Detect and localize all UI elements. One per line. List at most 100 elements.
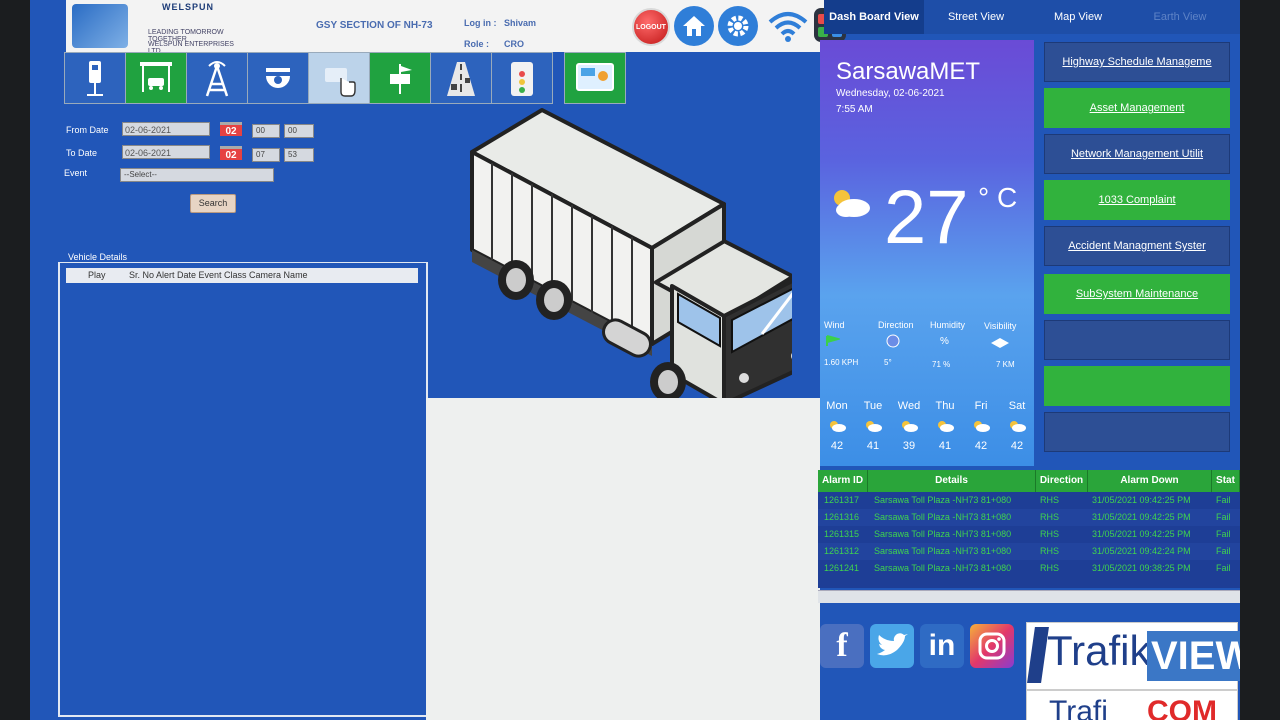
direction-value: 5° — [884, 358, 892, 367]
trafikview-logo: Trafik VIEW — [1026, 622, 1240, 690]
weather-station-icon[interactable] — [369, 52, 431, 104]
alarm-direction: RHS — [1040, 495, 1060, 505]
humidity-icon: % — [940, 336, 949, 347]
meter-icon[interactable] — [491, 52, 553, 104]
from-date-label: From Date — [66, 125, 109, 135]
forecast-value: 42 — [830, 440, 844, 452]
alarm-down-time: 31/05/2021 09:42:24 PM — [1092, 546, 1191, 556]
alarm-table: Alarm ID Details Direction Alarm Down St… — [818, 470, 1240, 588]
temperature-unit: ° C — [978, 182, 1018, 213]
sun-cloud-icon — [1002, 420, 1032, 435]
forecast-value: 42 — [974, 440, 988, 452]
menu-empty-3[interactable] — [1044, 412, 1230, 452]
event-select[interactable]: --Select-- — [120, 168, 274, 182]
forecast-value: 41 — [866, 440, 880, 452]
from-calendar-icon[interactable]: 02 — [220, 122, 242, 137]
module-toolbar — [64, 52, 626, 104]
table-row[interactable]: 1261312 Sarsawa Toll Plaza -NH73 81+080 … — [818, 543, 1240, 560]
instagram-icon[interactable] — [970, 624, 1014, 668]
search-button[interactable]: Search — [190, 194, 236, 213]
menu-empty-2[interactable] — [1044, 366, 1230, 406]
alarm-down-time: 31/05/2021 09:42:25 PM — [1092, 529, 1191, 539]
weather-date: Wednesday, 02-06-2021 — [836, 88, 945, 99]
alarm-down-time: 31/05/2021 09:42:25 PM — [1092, 512, 1191, 522]
kiosk-icon[interactable] — [64, 52, 126, 104]
forecast-day: Tue — [863, 400, 883, 412]
forecast-day: Fri — [974, 400, 988, 412]
table-row[interactable]: 1261316 Sarsawa Toll Plaza -NH73 81+080 … — [818, 509, 1240, 526]
view-text: VIEW — [1147, 631, 1240, 681]
forecast-day: Mon — [826, 400, 848, 412]
camera-icon[interactable] — [247, 52, 309, 104]
col-play: Play — [88, 270, 106, 280]
compass-icon — [886, 334, 900, 353]
twitter-icon[interactable] — [870, 624, 914, 668]
weather-city: SarsawaMET — [836, 58, 981, 85]
from-hour-select[interactable]: 00 — [252, 124, 280, 138]
menu-subsystem-maintenance[interactable]: SubSystem Maintenance — [1044, 274, 1230, 314]
alarm-direction: RHS — [1040, 529, 1060, 539]
sun-cloud-icon — [966, 420, 996, 435]
table-row[interactable]: 1261315 Sarsawa Toll Plaza -NH73 81+080 … — [818, 526, 1240, 543]
view-tabs: Dash Board View Street View Map View Ear… — [824, 0, 1240, 34]
tab-earth-view[interactable]: Earth View — [1128, 0, 1232, 34]
table-row[interactable]: 1261317 Sarsawa Toll Plaza -NH73 81+080 … — [818, 492, 1240, 509]
forecast-day: Wed — [897, 400, 921, 412]
alarm-id: 1261317 — [824, 495, 860, 505]
alarm-id: 1261315 — [824, 529, 860, 539]
tab-street-view[interactable]: Street View — [924, 0, 1028, 34]
direction-label: Direction — [878, 320, 914, 330]
table-row[interactable]: 1261241 Sarsawa Toll Plaza -NH73 81+080 … — [818, 560, 1240, 577]
display-icon[interactable] — [564, 52, 626, 104]
alarm-status: Fail — [1216, 512, 1231, 522]
login-label: Log in : — [464, 18, 497, 28]
menu-1033-complaint[interactable]: 1033 Complaint — [1044, 180, 1230, 220]
brand-name: WELSPUN — [162, 2, 214, 12]
alarm-id: 1261241 — [824, 563, 860, 573]
menu-empty-1[interactable] — [1044, 320, 1230, 360]
to-minute-select[interactable]: 53 — [284, 148, 314, 162]
col-details: Sr. No Alert Date Event Class Camera Nam… — [129, 270, 308, 280]
sun-cloud-icon — [894, 420, 924, 435]
tab-map-view[interactable]: Map View — [1028, 0, 1128, 34]
road-icon[interactable] — [430, 52, 492, 104]
weather-widget: SarsawaMET Wednesday, 02-06-2021 7:55 AM… — [820, 40, 1034, 466]
to-calendar-icon[interactable]: 02 — [220, 146, 242, 161]
sun-cloud-icon — [930, 420, 960, 435]
temperature-value: 27 — [884, 175, 969, 260]
forecast-day: Sat — [1008, 400, 1026, 412]
menu-highway-schedule[interactable]: Highway Schedule Manageme — [1044, 42, 1230, 82]
from-date-input[interactable]: 02-06-2021 — [122, 122, 210, 136]
humidity-value: 71 % — [932, 360, 951, 369]
tower-icon[interactable] — [186, 52, 248, 104]
vehicle-icon[interactable] — [125, 52, 187, 104]
from-minute-select[interactable]: 00 — [284, 124, 314, 138]
to-date-input[interactable]: 02-06-2021 — [122, 145, 210, 159]
sun-cloud-icon — [822, 420, 852, 435]
hand-icon[interactable] — [308, 52, 370, 104]
gear-icon[interactable] — [718, 6, 758, 46]
to-date-label: To Date — [66, 148, 98, 158]
alarm-down-time: 31/05/2021 09:38:25 PM — [1092, 563, 1191, 573]
wifi-icon[interactable] — [766, 6, 810, 46]
tab-dash-board-view[interactable]: Dash Board View — [824, 0, 924, 34]
partly-cloudy-icon — [828, 186, 874, 225]
menu-asset-management[interactable]: Asset Management — [1044, 88, 1230, 128]
menu-network-management[interactable]: Network Management Utilit — [1044, 134, 1230, 174]
linkedin-icon[interactable]: in — [920, 624, 964, 668]
to-hour-select[interactable]: 07 — [252, 148, 280, 162]
com-text: COM — [1147, 695, 1217, 720]
visibility-value: 7 KM — [996, 360, 1015, 369]
menu-accident-management[interactable]: Accident Managment Syster — [1044, 226, 1230, 266]
alarm-scrollbar[interactable] — [818, 590, 1240, 603]
wind-label: Wind — [824, 320, 845, 330]
facebook-icon[interactable]: f — [820, 624, 864, 668]
logout-button[interactable]: LOGOUT — [632, 8, 670, 46]
sun-cloud-icon — [858, 420, 888, 435]
vehicle-details-title: Vehicle Details — [66, 252, 130, 262]
visibility-label: Visibility — [984, 321, 1017, 331]
vehicle-table-header: Play Sr. No Alert Date Event Class Camer… — [66, 268, 418, 283]
home-icon[interactable] — [674, 6, 714, 46]
role-value: CRO — [504, 39, 524, 49]
alarm-details: Sarsawa Toll Plaza -NH73 81+080 — [874, 546, 1012, 556]
